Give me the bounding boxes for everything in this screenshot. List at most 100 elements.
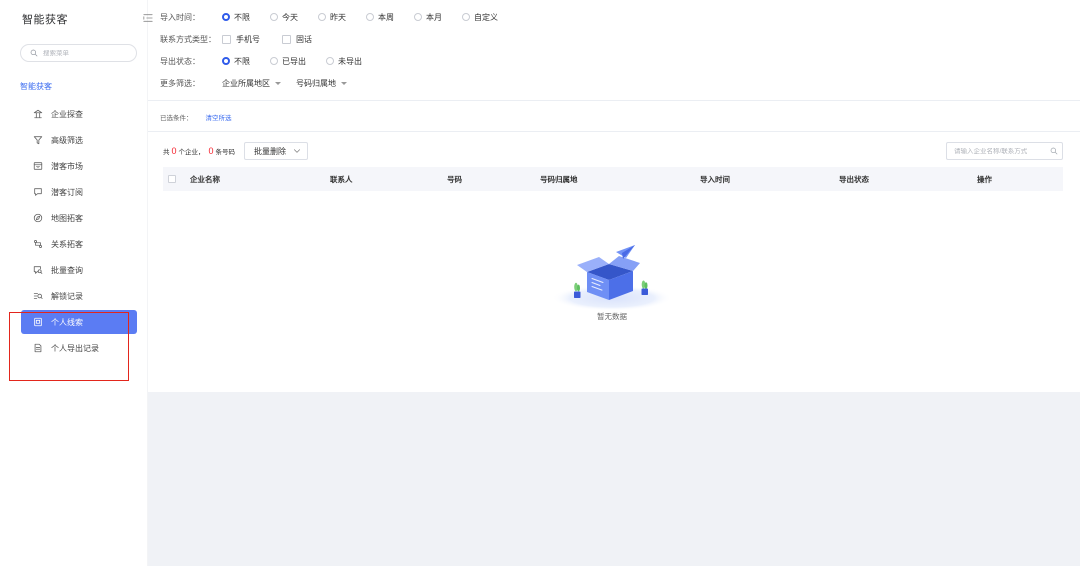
sidebar-title: 智能获客 <box>22 14 68 26</box>
sidebar-item-map-prospect[interactable]: 地图拓客 <box>21 206 137 230</box>
sidebar-item-label: 企业探查 <box>51 109 83 119</box>
radio-import-time-yesterday[interactable]: 昨天 <box>318 12 346 23</box>
sidebar-item-personal-export-record[interactable]: 个人导出记录 <box>21 336 137 360</box>
sidebar-search[interactable] <box>20 44 137 62</box>
sidebar-section-label: 智能获客 <box>20 82 52 91</box>
sidebar-item-batch-query[interactable]: 批量查询 <box>21 258 137 282</box>
checkbox-label: 固话 <box>296 34 312 44</box>
content-background <box>148 392 1080 566</box>
radio-import-time-today[interactable]: 今天 <box>270 12 298 23</box>
dropdown-company-region[interactable]: 企业所属地区 <box>222 78 281 89</box>
clear-selection-link[interactable]: 清空所选 <box>206 112 232 122</box>
sidebar-item-personal-leads[interactable]: 个人线索 <box>21 310 137 334</box>
batch-search-icon <box>33 265 43 275</box>
filter-icon <box>33 135 43 145</box>
summary-prefix: 共 <box>163 149 170 156</box>
radio-dot[interactable] <box>462 13 470 21</box>
sidebar-item-advanced-filter[interactable]: 高级筛选 <box>21 128 137 152</box>
checkbox-box[interactable] <box>282 34 291 44</box>
radio-import-time-this-month[interactable]: 本月 <box>414 12 442 23</box>
sidebar-item-label: 潜客市场 <box>51 161 83 171</box>
batch-delete-button[interactable]: 批量删除 <box>244 142 308 160</box>
sidebar-item-label: 个人导出记录 <box>51 343 99 353</box>
sidebar-item-relation-prospect[interactable]: 关系拓客 <box>21 232 137 256</box>
filter-more: 更多筛选： 企业所属地区 号码归属地 <box>160 76 362 90</box>
filter-import-time: 导入时间： 不限 今天 昨天 本周 本月 自定义 <box>160 10 518 24</box>
radio-dot[interactable] <box>318 13 326 21</box>
caret-down-icon <box>341 81 347 85</box>
divider <box>148 131 1080 132</box>
radio-export-status-not-exported[interactable]: 未导出 <box>326 56 362 67</box>
sidebar-item-label: 解锁记录 <box>51 291 83 301</box>
filter-label: 更多筛选： <box>160 78 200 88</box>
sidebar-item-prospect-market[interactable]: 潜客市场 <box>21 154 137 178</box>
map-icon <box>33 213 43 223</box>
sidebar-item-unlock-record[interactable]: 解锁记录 <box>21 284 137 308</box>
subscribe-icon <box>33 187 43 197</box>
result-summary: 共 0 个企业， 0 条号码 <box>163 145 235 157</box>
column-header-import-time[interactable]: 导入时间 <box>700 174 839 185</box>
radio-label: 不限 <box>234 12 250 22</box>
column-header-contact[interactable]: 联系人 <box>330 174 447 185</box>
sidebar-search-input[interactable] <box>43 49 128 57</box>
column-header-export-status[interactable]: 导出状态 <box>839 174 977 185</box>
radio-label: 昨天 <box>330 12 346 22</box>
checkbox-landline[interactable]: 固话 <box>282 34 312 45</box>
radio-label: 已导出 <box>282 56 306 66</box>
dropdown-phone-location[interactable]: 号码归属地 <box>296 78 347 89</box>
unlock-record-icon <box>33 291 43 301</box>
select-all-cell <box>163 175 190 183</box>
menu-fold-icon[interactable] <box>143 13 153 23</box>
caret-down-icon <box>275 81 281 85</box>
table-search-input[interactable] <box>954 147 1046 155</box>
radio-dot[interactable] <box>270 13 278 21</box>
radio-export-status-exported[interactable]: 已导出 <box>270 56 306 67</box>
column-header-company-name[interactable]: 企业名称 <box>190 174 330 185</box>
checkbox-mobile[interactable]: 手机号 <box>222 34 260 45</box>
sidebar-item-label: 关系拓客 <box>51 239 83 249</box>
sidebar-item-prospect-subscribe[interactable]: 潜客订阅 <box>21 180 137 204</box>
summary-phone-suffix: 条号码 <box>215 149 236 156</box>
radio-import-time-any[interactable]: 不限 <box>222 12 250 23</box>
sidebar-item-label: 高级筛选 <box>51 135 83 145</box>
selected-conditions: 已选条件： 清空所选 <box>160 112 232 122</box>
column-header-actions[interactable]: 操作 <box>977 174 1063 185</box>
radio-label: 不限 <box>234 56 250 66</box>
radio-label: 今天 <box>282 12 298 22</box>
dropdown-label: 企业所属地区 <box>222 78 270 88</box>
filter-label: 导入时间： <box>160 12 200 22</box>
market-icon <box>33 161 43 171</box>
building-icon <box>33 109 43 119</box>
column-header-phone-number[interactable]: 号码 <box>447 174 540 185</box>
sidebar-item-label: 批量查询 <box>51 265 83 275</box>
relation-icon <box>33 239 43 249</box>
table-search[interactable] <box>946 142 1063 160</box>
radio-export-status-any[interactable]: 不限 <box>222 56 250 67</box>
radio-import-time-custom[interactable]: 自定义 <box>462 12 498 23</box>
radio-dot[interactable] <box>222 13 230 21</box>
company-count: 0 <box>171 146 177 156</box>
radio-label: 本月 <box>426 12 442 22</box>
column-header-phone-location[interactable]: 号码归属地 <box>540 174 700 185</box>
radio-dot[interactable] <box>222 57 230 65</box>
select-all-checkbox[interactable] <box>168 175 176 183</box>
radio-dot[interactable] <box>414 13 422 21</box>
filter-label: 导出状态： <box>160 56 200 66</box>
filter-label: 联系方式类型： <box>160 34 216 44</box>
radio-dot[interactable] <box>366 13 374 21</box>
chevron-down-icon <box>293 147 301 155</box>
filter-contact-type: 联系方式类型： 手机号 固话 <box>160 32 334 46</box>
export-record-icon <box>33 343 43 353</box>
search-icon[interactable] <box>1050 147 1058 155</box>
sidebar-item-enterprise-explore[interactable]: 企业探查 <box>21 102 137 126</box>
radio-dot[interactable] <box>270 57 278 65</box>
dropdown-label: 号码归属地 <box>296 78 336 88</box>
radio-label: 未导出 <box>338 56 362 66</box>
sidebar: 智能获客 智能获客 企业探查 高级筛选 潜客市场 <box>0 0 153 566</box>
checkbox-box[interactable] <box>222 34 231 44</box>
radio-dot[interactable] <box>326 57 334 65</box>
empty-state-text: 暂无数据 <box>597 312 627 321</box>
radio-import-time-this-week[interactable]: 本周 <box>366 12 394 23</box>
search-icon <box>30 49 38 57</box>
sidebar-item-label: 个人线索 <box>51 317 83 327</box>
